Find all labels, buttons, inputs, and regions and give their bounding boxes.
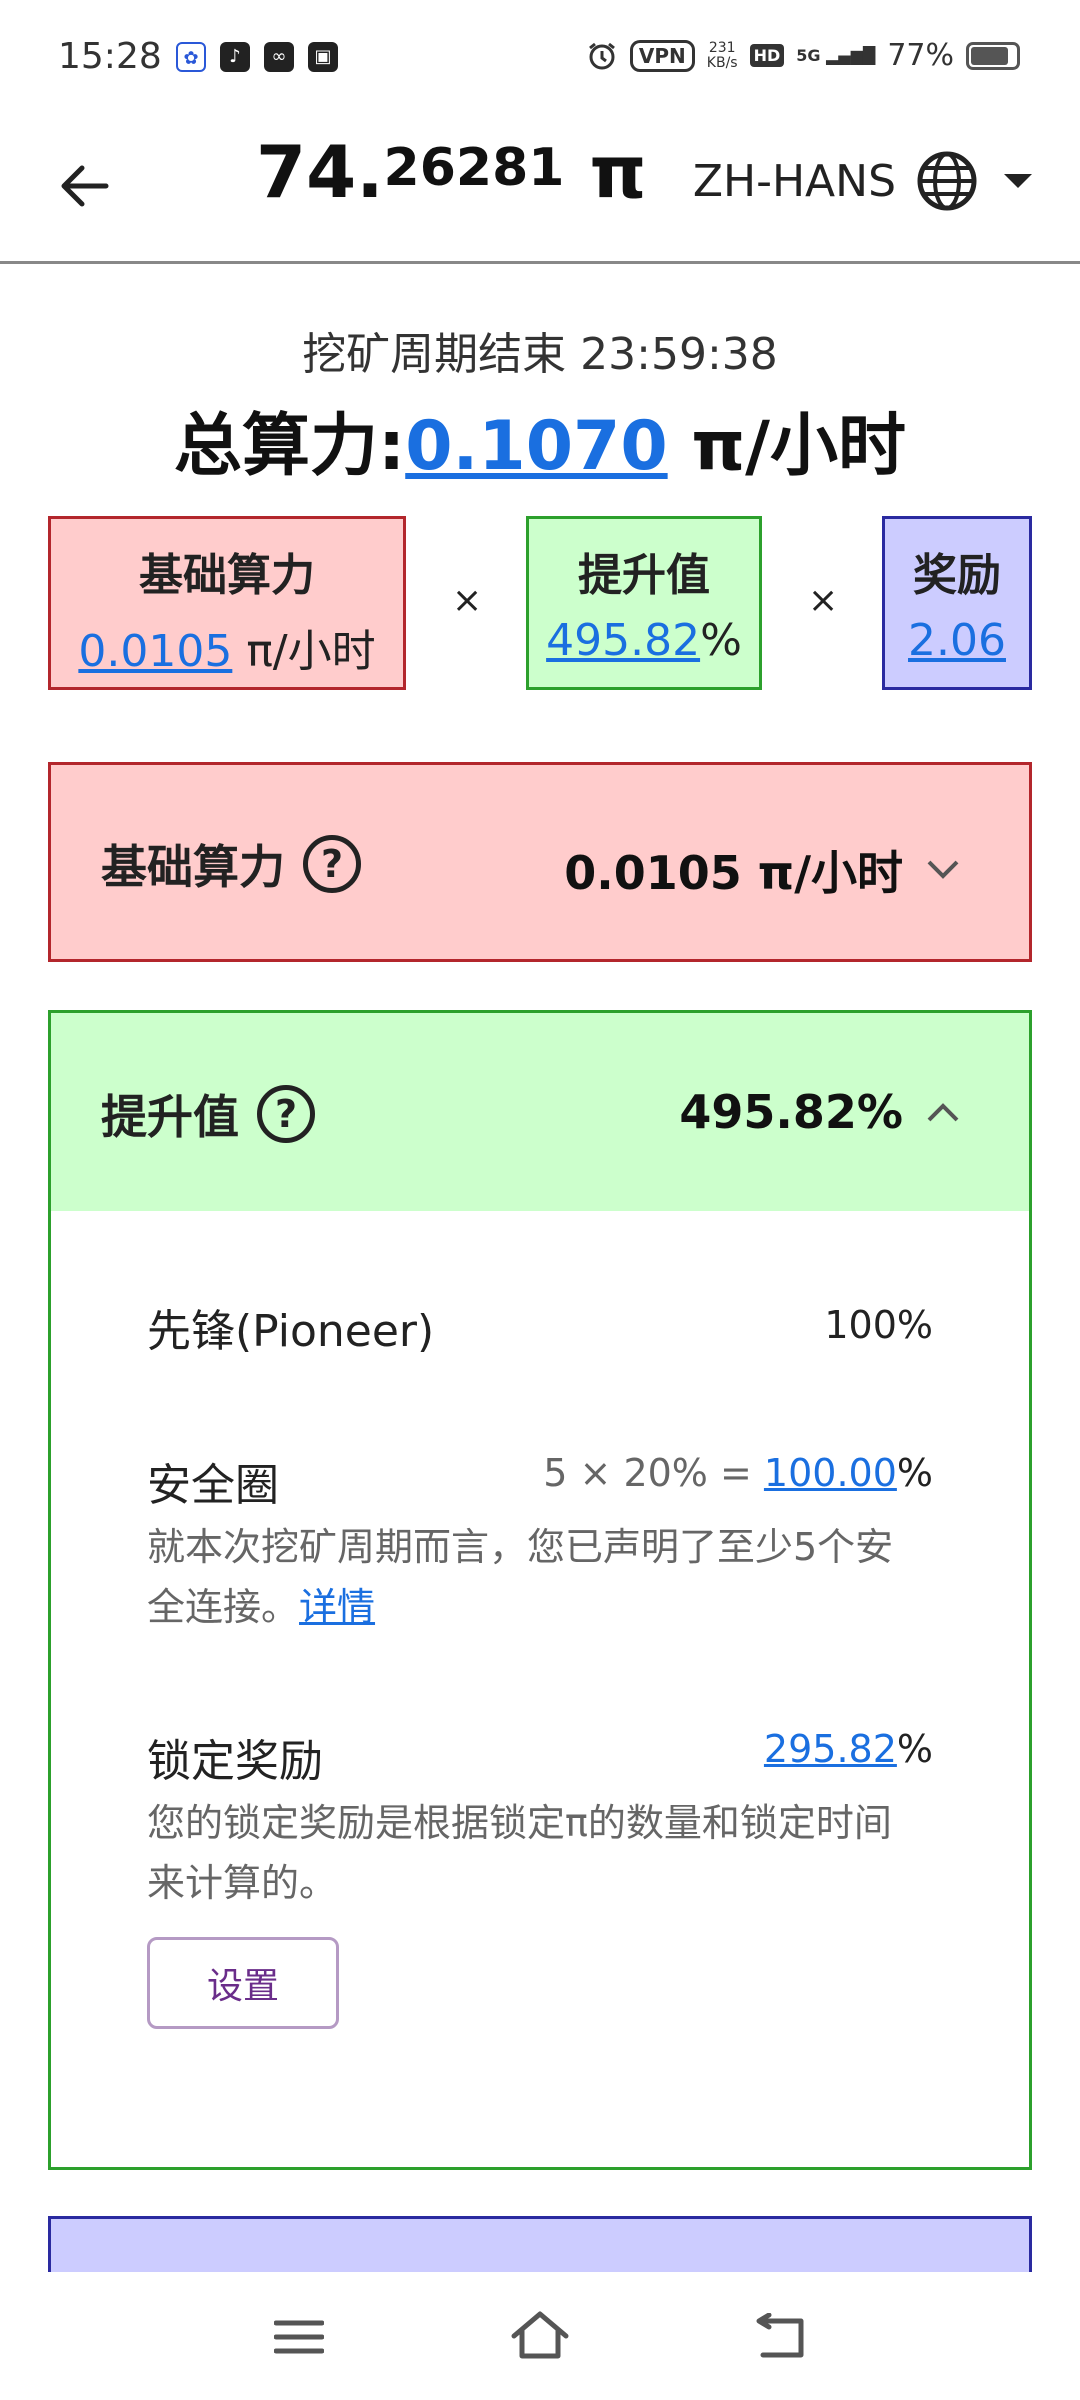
security-circle-formula: 5 × 20% = (543, 1451, 764, 1495)
lockup-reward-label: 锁定奖励 (147, 1736, 323, 1787)
pioneer-label: 先锋(Pioneer) (147, 1306, 435, 1357)
network-speed: 231 KB/s (706, 39, 738, 71)
boost-panel-label: 提升值 (101, 1090, 239, 1144)
reward-card: 奖励 2.06 (882, 516, 1032, 690)
pi-balance: 74.26281 π (256, 130, 647, 214)
baidu-app-icon: ✿ (176, 42, 206, 72)
base-rate-panel-label: 基础算力 (101, 840, 285, 894)
vpn-badge: VPN (629, 39, 695, 72)
home-nav-button[interactable] (505, 2302, 575, 2372)
lockup-reward-description: 您的锁定奖励是根据锁定π的数量和锁定时间来计算的。 (147, 1801, 892, 1905)
multiply-sign: × (452, 580, 483, 621)
signal-icon: 5G ▂▄▆█ (796, 46, 876, 65)
language-selector[interactable]: ZH-HANS (693, 150, 1032, 212)
base-rate-title: 基础算力 (139, 550, 315, 601)
base-rate-card: 基础算力 0.0105 π/小时 (48, 516, 406, 690)
pioneer-value: 100% (824, 1303, 933, 1347)
details-link[interactable]: 详情 (299, 1585, 375, 1629)
lockup-reward-value: 295.82% (764, 1727, 933, 1771)
boost-title: 提升值 (578, 550, 710, 601)
globe-icon (917, 151, 977, 211)
reward-panel[interactable] (48, 2216, 1032, 2276)
boost-link[interactable]: 495.82 (546, 615, 700, 666)
security-circle-link[interactable]: 100.00 (764, 1451, 897, 1495)
battery-icon (966, 41, 1020, 70)
link-app-icon: ∞ (264, 42, 294, 72)
top-bar: 74.26281 π ZH-HANS (0, 120, 1080, 264)
boost-panel-header[interactable]: 提升值 ? 495.82% (51, 1013, 1029, 1211)
base-rate-unit: π/小时 (232, 626, 376, 677)
language-label: ZH-HANS (692, 155, 896, 207)
total-unit: π/小时 (667, 407, 906, 486)
network-type: 5G (796, 46, 821, 65)
boost-unit: % (700, 615, 742, 666)
back-nav-icon (756, 2313, 804, 2358)
boost-card: 提升值 495.82% (526, 516, 762, 690)
help-icon[interactable]: ? (303, 835, 361, 893)
balance-integer: 74. (256, 130, 384, 214)
security-circle-unit: % (896, 1451, 933, 1495)
chevron-up-icon[interactable] (923, 1092, 963, 1132)
settings-button[interactable]: 设置 (147, 1937, 339, 2029)
total-label: 总算力: (174, 407, 406, 486)
total-mining-rate: 总算力:0.1070 π/小时 (0, 390, 1080, 489)
status-time: 15:28 (58, 36, 162, 77)
back-arrow-icon (61, 165, 109, 207)
system-nav-bar (0, 2272, 1080, 2400)
battery-percent: 77% (887, 38, 954, 73)
base-rate-panel-title: 基础算力 ? (101, 831, 361, 897)
speed-unit: KB/s (706, 54, 738, 71)
base-rate-panel-amount: 0.0105 π/小时 (564, 846, 903, 900)
chevron-down-icon (1004, 174, 1032, 188)
mining-cycle-countdown: 挖矿周期结束 23:59:38 (302, 329, 778, 380)
gallery-app-icon: ▣ (308, 42, 338, 72)
lockup-reward-unit: % (896, 1727, 933, 1771)
base-rate-panel[interactable]: 基础算力 ? 0.0105 π/小时 (48, 762, 1032, 962)
boost-panel-value: 495.82% (679, 1085, 963, 1139)
status-bar: 15:28 ✿ ♪ ∞ ▣ VPN 231 KB/s HD 5G ▂▄▆█ 77% (0, 0, 1080, 120)
boost-panel-amount: 495.82% (679, 1085, 903, 1139)
hd-badge: HD (749, 44, 785, 67)
alarm-icon (588, 42, 615, 69)
menu-nav-button[interactable] (264, 2302, 334, 2372)
total-rate-link[interactable]: 0.1070 (405, 407, 667, 486)
home-icon (511, 2311, 569, 2359)
base-rate-panel-value: 0.0105 π/小时 (564, 837, 963, 903)
status-indicators: VPN 231 KB/s HD 5G ▂▄▆█ 77% (586, 38, 1020, 73)
security-circle-label: 安全圈 (147, 1460, 279, 1511)
chevron-down-icon[interactable] (923, 850, 963, 890)
menu-icon (274, 2320, 324, 2354)
back-nav-button[interactable] (746, 2302, 816, 2372)
back-button[interactable] (48, 150, 120, 222)
speed-value: 231 (708, 39, 736, 56)
reward-title: 奖励 (913, 550, 1001, 601)
base-rate-value: 0.0105 π/小时 (51, 615, 403, 679)
security-circle-description: 就本次挖矿周期而言，您已声明了至少5个安全连接。详情 (147, 1517, 907, 1637)
help-icon[interactable]: ? (257, 1085, 315, 1143)
base-rate-link[interactable]: 0.0105 (78, 626, 232, 677)
reward-link[interactable]: 2.06 (908, 615, 1006, 666)
status-app-icons: ✿ ♪ ∞ ▣ (176, 42, 338, 72)
tiktok-app-icon: ♪ (220, 42, 250, 72)
security-circle-desc-text: 就本次挖矿周期而言，您已声明了至少5个安全连接。 (147, 1525, 894, 1629)
balance-fraction: 26281 (383, 138, 565, 198)
reward-value: 2.06 (885, 615, 1029, 666)
boost-value: 495.82% (529, 615, 759, 666)
battery-fill (971, 46, 1008, 65)
boost-panel-title: 提升值 ? (101, 1081, 315, 1147)
multiply-sign: × (808, 580, 839, 621)
balance-unit: π (564, 130, 647, 214)
security-circle-value: 5 × 20% = 100.00% (543, 1451, 933, 1495)
boost-panel: 提升值 ? 495.82% 先锋(Pioneer) 100% 安全圈 5 × 2… (48, 1010, 1032, 2170)
lockup-reward-link[interactable]: 295.82 (764, 1727, 897, 1771)
